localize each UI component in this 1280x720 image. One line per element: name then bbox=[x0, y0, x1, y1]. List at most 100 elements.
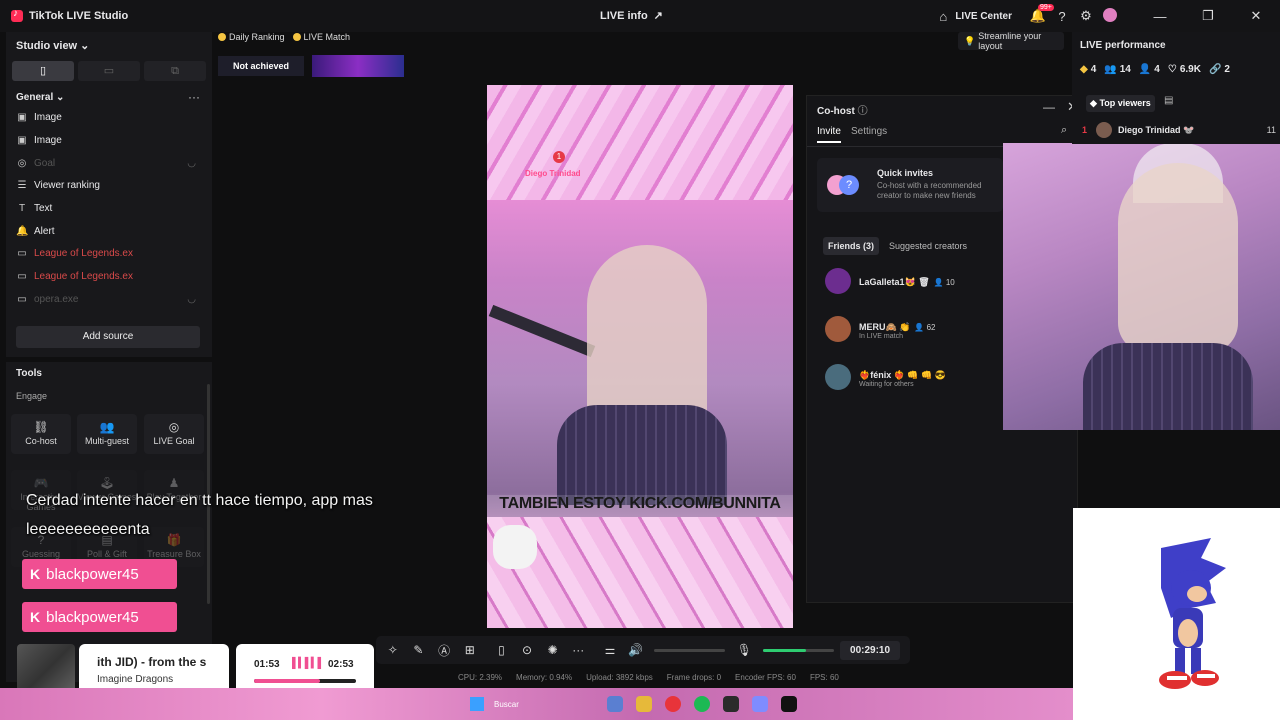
tool-live-goal[interactable]: ◎ LIVE Goal bbox=[144, 414, 204, 454]
friend-item[interactable]: MERU🙈 👏 👤 62 In LIVE match bbox=[825, 316, 936, 342]
ranking-status: Not achieved bbox=[218, 56, 304, 76]
add-source-button[interactable]: Add source bbox=[16, 326, 200, 348]
tab-top-viewers[interactable]: ◆ Top viewers bbox=[1086, 95, 1155, 112]
search-icon[interactable]: ⌕ bbox=[1061, 124, 1067, 137]
live-center-button[interactable]: LIVE Center bbox=[955, 11, 1012, 22]
tab-settings[interactable]: Settings bbox=[851, 126, 887, 137]
close-icon[interactable]: ✕ bbox=[1232, 8, 1280, 24]
bell-icon[interactable]: 🔔 99+ bbox=[1026, 4, 1054, 24]
friend-item[interactable]: LaGalleta1😻 🗑 👤 10 bbox=[825, 268, 955, 294]
preview-overlay-text: TAMBIEN ESTOY KICK.COM/BUNNITA bbox=[487, 495, 793, 517]
share-icon: 🔗 bbox=[1208, 64, 1222, 75]
source-item[interactable]: ▭ League of Legends.ex bbox=[16, 271, 196, 282]
top-viewer-row[interactable]: 1 Diego Trinidad 🐭 11 bbox=[1082, 122, 1276, 138]
speaker-icon[interactable]: 🔊 bbox=[623, 643, 649, 657]
source-item[interactable]: ☰ Viewer ranking bbox=[16, 180, 196, 191]
tools-title: Tools bbox=[16, 368, 42, 379]
source-item[interactable]: ▭ opera.exe ◡ bbox=[16, 294, 196, 305]
streamer-body-shape bbox=[1083, 343, 1253, 430]
record-icon[interactable]: ⊙ bbox=[514, 643, 540, 657]
sources-panel: Studio view ⌄ ▯ ▭ ⧉ General ⌄ ··· ▣ Image… bbox=[6, 32, 212, 357]
tab-gifts-icon[interactable]: ▤ bbox=[1164, 95, 1173, 106]
more-icon[interactable]: ··· bbox=[565, 643, 591, 657]
cohost-video-preview[interactable] bbox=[1003, 143, 1280, 430]
app-icon[interactable] bbox=[607, 696, 623, 712]
heart-icon: ♡ bbox=[1167, 64, 1177, 75]
restore-icon[interactable]: ❐ bbox=[1184, 8, 1232, 24]
add-scene-icon[interactable]: ⊞ bbox=[457, 643, 483, 657]
diamonds-stat: ◆ 4 bbox=[1080, 64, 1097, 75]
alert-icon: 🔔 bbox=[16, 226, 29, 237]
mixer-icon[interactable]: ⚌ bbox=[597, 643, 623, 657]
stream-preview[interactable]: 1 Diego Trinidad TAMBIEN ESTOY KICK.COM/… bbox=[487, 85, 793, 628]
home-icon[interactable]: ⌂ bbox=[931, 9, 955, 24]
scene-dropdown[interactable]: General ⌄ bbox=[16, 92, 64, 103]
text-icon: T bbox=[18, 203, 26, 214]
tool-co-host[interactable]: ⛓ Co-host bbox=[11, 414, 71, 454]
tab-invite[interactable]: Invite bbox=[817, 126, 841, 143]
spotify-icon[interactable] bbox=[694, 696, 710, 712]
preview-top-art bbox=[487, 85, 793, 200]
eye-off-icon[interactable]: ◡ bbox=[187, 158, 196, 169]
app-icon[interactable] bbox=[752, 696, 768, 712]
magic-icon[interactable]: ✧ bbox=[380, 643, 406, 657]
studio-view-dropdown[interactable]: Studio view ⌄ bbox=[16, 39, 89, 52]
friend-item[interactable]: ❤️‍🔥fénix ❤️‍🔥 👊 👊 😎 Waiting for others bbox=[825, 364, 946, 390]
taskbar-search[interactable]: Buscar bbox=[494, 700, 594, 709]
ai-icon[interactable]: Ⓐ bbox=[431, 642, 457, 659]
mic-slider[interactable] bbox=[763, 648, 835, 652]
rank-badge: 1 bbox=[553, 151, 565, 163]
source-item[interactable]: ◎ Goal ◡ bbox=[16, 158, 196, 169]
memory-status: Memory: 0.94% bbox=[516, 673, 573, 682]
quick-invites-card[interactable]: ? Quick invites Co-host with a recommend… bbox=[817, 158, 1003, 212]
source-item[interactable]: T Text bbox=[16, 203, 196, 214]
people-icon: 👥 bbox=[99, 420, 115, 434]
streamline-layout-button[interactable]: 💡 Streamline your layout bbox=[958, 31, 1064, 51]
performance-title: LIVE performance bbox=[1080, 40, 1166, 51]
windows-start-icon[interactable] bbox=[470, 697, 484, 711]
phone-icon[interactable]: ▯ bbox=[489, 643, 515, 657]
current-time: 01:53 bbox=[254, 659, 280, 670]
eye-off-icon[interactable]: ◡ bbox=[187, 294, 196, 305]
minimize-icon[interactable]: — bbox=[1043, 100, 1055, 114]
more-icon[interactable]: ··· bbox=[188, 90, 200, 104]
folder-icon[interactable] bbox=[636, 696, 652, 712]
tool-multi-guest[interactable]: 👥 Multi-guest bbox=[77, 414, 137, 454]
dual-view-button[interactable]: ⧉ bbox=[144, 61, 206, 81]
volume-slider[interactable] bbox=[654, 648, 726, 652]
match-banner-image[interactable] bbox=[312, 55, 404, 77]
window-icon: ▭ bbox=[17, 294, 27, 305]
streamer-shape bbox=[1118, 163, 1238, 353]
edit-layout-icon[interactable]: ✎ bbox=[406, 643, 432, 657]
source-item[interactable]: 🔔 Alert bbox=[16, 226, 196, 237]
source-item[interactable]: ▣ Image bbox=[16, 135, 196, 146]
frame-drops-status: Frame drops: 0 bbox=[666, 673, 722, 682]
avatar bbox=[825, 364, 851, 390]
source-item[interactable]: ▭ League of Legends.ex bbox=[16, 248, 196, 259]
info-icon[interactable]: ⓘ bbox=[858, 106, 868, 117]
portrait-view-button[interactable]: ▯ bbox=[12, 61, 74, 81]
effects-icon[interactable]: ✺ bbox=[540, 643, 566, 657]
upload-status: Upload: 3892 kbps bbox=[586, 673, 653, 682]
quick-invite-avatars-icon: ? bbox=[827, 175, 859, 195]
tab-friends[interactable]: Friends (3) bbox=[823, 237, 879, 255]
mic-icon[interactable]: 🎙 bbox=[731, 643, 757, 657]
gear-icon[interactable]: ⚙ bbox=[1074, 8, 1098, 24]
live-info-label: LIVE info bbox=[600, 9, 648, 22]
app-icon[interactable] bbox=[723, 696, 739, 712]
bulb-icon: 💡 bbox=[964, 35, 976, 46]
quick-invites-desc: Co-host with a recommended creator to ma… bbox=[877, 181, 982, 200]
live-match-button[interactable]: LIVE Match bbox=[292, 32, 350, 42]
encoder-fps-status: Encoder FPS: 60 bbox=[735, 673, 796, 682]
minimize-icon[interactable]: — bbox=[1136, 9, 1184, 24]
avatar[interactable] bbox=[1098, 7, 1122, 25]
landscape-view-button[interactable]: ▭ bbox=[78, 61, 140, 81]
daily-ranking-button[interactable]: Daily Ranking bbox=[218, 32, 285, 42]
source-item[interactable]: ▣ Image bbox=[16, 112, 196, 123]
opera-icon[interactable] bbox=[665, 696, 681, 712]
live-info-button[interactable]: LIVE info ↗ bbox=[600, 9, 663, 23]
viewer-rank: 1 bbox=[1082, 125, 1088, 135]
help-icon[interactable]: ? bbox=[1050, 9, 1074, 24]
tab-suggested-creators[interactable]: Suggested creators bbox=[889, 237, 967, 255]
tiktok-icon[interactable] bbox=[781, 696, 797, 712]
